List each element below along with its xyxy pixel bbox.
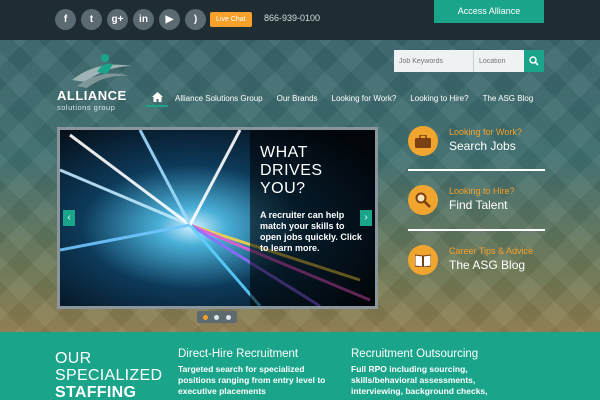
service-title[interactable]: Direct-Hire Recruitment — [178, 348, 338, 360]
side-link-kicker: Career Tips & Advice — [449, 246, 534, 256]
slider-pagination — [197, 311, 237, 323]
social-links: f t g+ in ▶ ) — [55, 9, 206, 30]
google-plus-icon[interactable]: g+ — [107, 9, 128, 30]
side-link-title: Find Talent — [449, 198, 508, 212]
service-description: Targeted search for specialized position… — [178, 364, 326, 396]
facebook-icon[interactable]: f — [55, 9, 76, 30]
phone-number: 866-939-0100 — [264, 13, 321, 23]
hero: ALLIANCE solutions group Alliance Soluti… — [0, 40, 600, 332]
slider-dot[interactable] — [225, 314, 231, 320]
service-direct-hire[interactable]: Direct-Hire Recruitment Targeted search … — [178, 348, 338, 397]
side-link-asg-blog[interactable]: Career Tips & Advice The ASG Blog — [408, 245, 548, 290]
linkedin-icon[interactable]: in — [133, 9, 154, 30]
logo[interactable]: ALLIANCE solutions group — [57, 52, 147, 112]
slide[interactable]: WHAT DRIVES YOU? A recruiter can help ma… — [60, 130, 375, 306]
slide-heading: WHAT DRIVES YOU? — [260, 144, 323, 197]
job-search — [394, 50, 544, 72]
briefcase-icon — [408, 126, 438, 156]
service-description: Full RPO including sourcing, skills/beha… — [351, 364, 488, 396]
search-icon — [529, 56, 539, 66]
magnifier-icon — [408, 185, 438, 215]
side-link-search-jobs[interactable]: Looking for Work? Search Jobs — [408, 126, 548, 171]
youtube-icon[interactable]: ▶ — [159, 9, 180, 30]
search-button[interactable] — [524, 50, 544, 72]
location-input[interactable] — [474, 50, 524, 72]
nav-item-alliance-solutions-group[interactable]: Alliance Solutions Group — [168, 94, 270, 103]
nav-item-our-brands[interactable]: Our Brands — [270, 94, 325, 103]
side-link-kicker: Looking to Hire? — [449, 186, 515, 196]
rss-icon[interactable]: ) — [185, 9, 206, 30]
twitter-icon[interactable]: t — [81, 9, 102, 30]
service-title[interactable]: Recruitment Outsourcing — [351, 348, 511, 360]
side-link-title: The ASG Blog — [449, 258, 526, 272]
logo-wordmark: ALLIANCE — [57, 88, 127, 103]
divider — [408, 169, 545, 171]
top-bar: f t g+ in ▶ ) Live Chat 866-939-0100 Acc… — [0, 0, 600, 40]
access-alliance-button[interactable]: Access Alliance — [434, 0, 544, 23]
logo-mark-icon — [72, 54, 132, 88]
logo-subtitle: solutions group — [57, 103, 116, 112]
home-button[interactable] — [146, 89, 168, 107]
main-nav: Alliance Solutions Group Our Brands Look… — [146, 89, 540, 107]
services-band: OUR SPECIALIZED STAFFING Direct-Hire Rec… — [0, 332, 600, 400]
side-link-find-talent[interactable]: Looking to Hire? Find Talent — [408, 185, 548, 230]
service-recruitment-outsourcing[interactable]: Recruitment Outsourcing Full RPO includi… — [351, 348, 511, 397]
slider-prev-button[interactable]: ‹ — [63, 210, 75, 226]
book-icon — [408, 245, 438, 275]
nav-item-looking-to-hire[interactable]: Looking to Hire? — [403, 94, 475, 103]
nav-item-looking-for-work[interactable]: Looking for Work? — [325, 94, 404, 103]
slide-caption[interactable]: WHAT DRIVES YOU? A recruiter can help ma… — [250, 130, 375, 306]
job-keywords-input[interactable] — [394, 50, 474, 72]
slider-dot[interactable] — [203, 314, 209, 320]
nav-item-asg-blog[interactable]: The ASG Blog — [476, 94, 541, 103]
side-link-title: Search Jobs — [449, 139, 516, 153]
slider-next-button[interactable]: › — [360, 210, 372, 226]
slider-dot[interactable] — [214, 314, 220, 320]
live-chat-button[interactable]: Live Chat — [210, 12, 252, 27]
slide-body: A recruiter can help match your skills t… — [260, 210, 362, 253]
hero-slider[interactable]: WHAT DRIVES YOU? A recruiter can help ma… — [57, 127, 378, 309]
divider — [408, 229, 545, 231]
home-icon — [151, 92, 163, 102]
side-link-kicker: Looking for Work? — [449, 127, 522, 137]
services-heading: OUR SPECIALIZED STAFFING — [55, 350, 163, 400]
